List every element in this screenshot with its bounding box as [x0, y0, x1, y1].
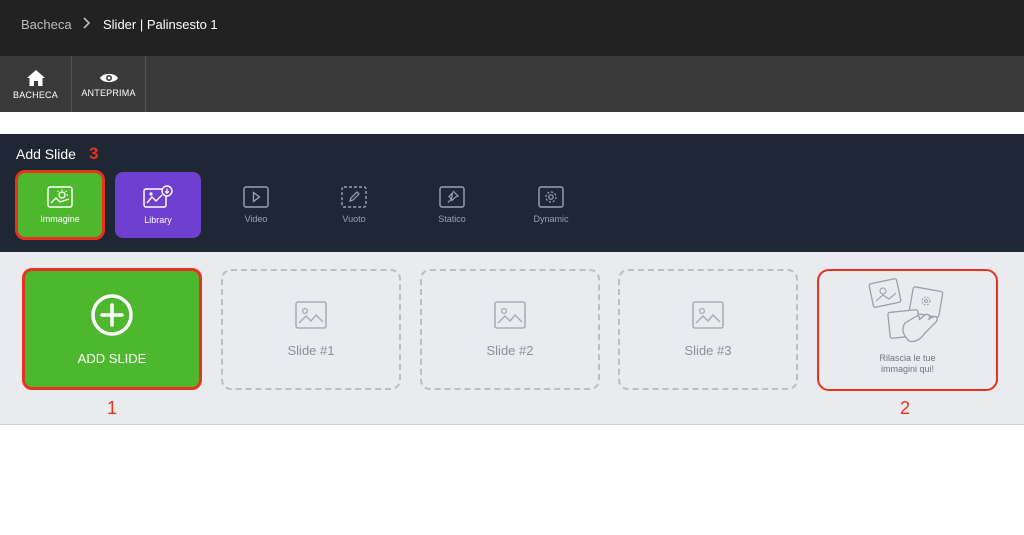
annotation-2: 2 [900, 398, 911, 418]
image-placeholder-icon [494, 301, 526, 329]
preview-button-label: ANTEPRIMA [81, 87, 136, 98]
annotation-1: 1 [107, 398, 118, 418]
slide-card-2[interactable]: Slide #2 [420, 269, 600, 390]
gear-icon [538, 186, 564, 208]
annotation-3: 3 [89, 144, 99, 163]
image-sun-icon [47, 186, 73, 208]
add-slide-label: ADD SLIDE [77, 350, 147, 366]
add-slide-card[interactable]: ADD SLIDE [22, 268, 202, 390]
panel-title: Add Slide [16, 146, 76, 162]
drop-images-icon [868, 278, 944, 343]
plus-circle-icon [91, 293, 133, 336]
home-icon [26, 69, 45, 86]
chevron-right-icon [83, 17, 91, 29]
home-button-label: BACHECA [13, 89, 58, 100]
type-statico-button[interactable]: Statico [409, 172, 495, 238]
drop-zone-text: Rilascia le tue immagini qui! [819, 353, 996, 375]
drop-zone[interactable]: Rilascia le tue immagini qui! [817, 269, 998, 391]
slide-label: Slide #1 [287, 343, 335, 358]
slide-label: Slide #3 [684, 343, 732, 358]
type-immagine-label: Immagine [40, 214, 80, 224]
home-button[interactable]: BACHECA [0, 56, 72, 112]
type-dynamic-button[interactable]: Dynamic [508, 172, 594, 238]
type-video-button[interactable]: Video [213, 172, 299, 238]
preview-button[interactable]: ANTEPRIMA [72, 56, 146, 112]
slide-card-1[interactable]: Slide #1 [221, 269, 401, 390]
toolbar: BACHECA ANTEPRIMA [0, 56, 1024, 112]
slide-card-3[interactable]: Slide #3 [618, 269, 798, 390]
drop-zone-line1: Rilascia le tue [879, 353, 936, 363]
eye-icon [99, 73, 118, 82]
type-dynamic-label: Dynamic [533, 214, 569, 224]
breadcrumb-bar: Bacheca Slider | Palinsesto 1 [0, 0, 1024, 56]
slide-label: Slide #2 [486, 343, 534, 358]
type-library-label: Library [144, 215, 172, 225]
breadcrumb-root[interactable]: Bacheca [21, 17, 72, 32]
type-video-label: Video [244, 214, 268, 224]
play-icon [243, 186, 269, 208]
type-statico-label: Statico [438, 214, 466, 224]
type-library-button[interactable]: Library [115, 172, 201, 238]
image-placeholder-icon [295, 301, 327, 329]
pencil-dashed-icon [341, 186, 367, 208]
drop-zone-line2: immagini qui! [880, 364, 935, 374]
type-vuoto-label: Vuoto [342, 214, 366, 224]
page-background [0, 425, 1024, 535]
image-placeholder-icon [692, 301, 724, 329]
pin-icon [439, 186, 465, 208]
breadcrumb-current: Slider | Palinsesto 1 [103, 17, 218, 32]
type-immagine-button[interactable]: Immagine [15, 170, 105, 240]
type-vuoto-button[interactable]: Vuoto [311, 172, 397, 238]
image-download-icon [143, 185, 173, 208]
